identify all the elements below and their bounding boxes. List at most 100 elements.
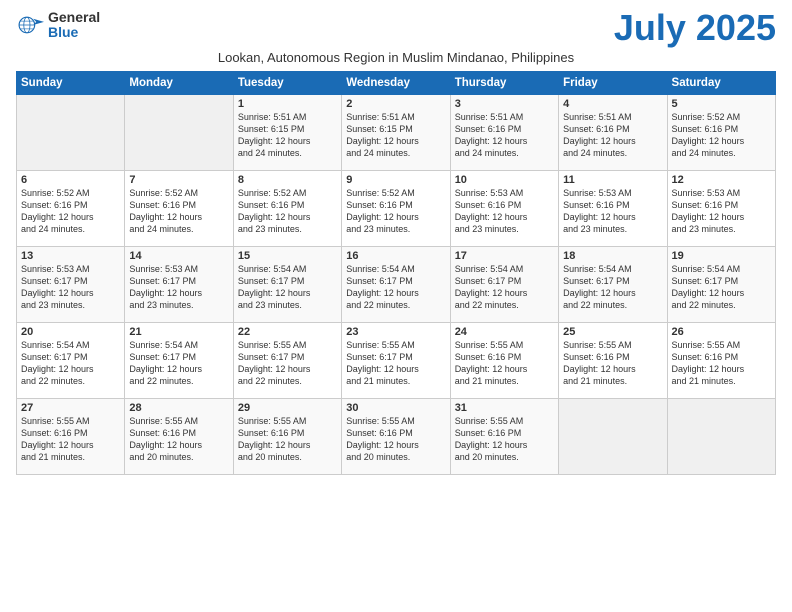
day-info: Sunrise: 5:51 AM Sunset: 6:15 PM Dayligh… bbox=[238, 111, 337, 160]
calendar-cell bbox=[667, 399, 775, 475]
logo-icon bbox=[16, 11, 44, 39]
calendar-cell: 8Sunrise: 5:52 AM Sunset: 6:16 PM Daylig… bbox=[233, 171, 341, 247]
day-number: 19 bbox=[672, 250, 771, 262]
day-number: 10 bbox=[455, 174, 554, 186]
calendar-cell: 11Sunrise: 5:53 AM Sunset: 6:16 PM Dayli… bbox=[559, 171, 667, 247]
day-number: 20 bbox=[21, 326, 120, 338]
day-info: Sunrise: 5:55 AM Sunset: 6:16 PM Dayligh… bbox=[129, 415, 228, 464]
day-info: Sunrise: 5:54 AM Sunset: 6:17 PM Dayligh… bbox=[563, 263, 662, 312]
day-number: 17 bbox=[455, 250, 554, 262]
header-tuesday: Tuesday bbox=[233, 72, 341, 95]
day-number: 6 bbox=[21, 174, 120, 186]
calendar-cell: 17Sunrise: 5:54 AM Sunset: 6:17 PM Dayli… bbox=[450, 247, 558, 323]
day-info: Sunrise: 5:52 AM Sunset: 6:16 PM Dayligh… bbox=[346, 187, 445, 236]
month-title: July 2025 bbox=[614, 10, 776, 46]
day-number: 15 bbox=[238, 250, 337, 262]
day-info: Sunrise: 5:52 AM Sunset: 6:16 PM Dayligh… bbox=[21, 187, 120, 236]
calendar-cell: 30Sunrise: 5:55 AM Sunset: 6:16 PM Dayli… bbox=[342, 399, 450, 475]
header-thursday: Thursday bbox=[450, 72, 558, 95]
day-number: 28 bbox=[129, 402, 228, 414]
day-number: 13 bbox=[21, 250, 120, 262]
day-number: 29 bbox=[238, 402, 337, 414]
day-number: 24 bbox=[455, 326, 554, 338]
day-info: Sunrise: 5:52 AM Sunset: 6:16 PM Dayligh… bbox=[672, 111, 771, 160]
day-info: Sunrise: 5:55 AM Sunset: 6:16 PM Dayligh… bbox=[238, 415, 337, 464]
day-number: 23 bbox=[346, 326, 445, 338]
day-info: Sunrise: 5:54 AM Sunset: 6:17 PM Dayligh… bbox=[672, 263, 771, 312]
header-monday: Monday bbox=[125, 72, 233, 95]
day-info: Sunrise: 5:55 AM Sunset: 6:16 PM Dayligh… bbox=[672, 339, 771, 388]
calendar-cell: 18Sunrise: 5:54 AM Sunset: 6:17 PM Dayli… bbox=[559, 247, 667, 323]
calendar-cell: 2Sunrise: 5:51 AM Sunset: 6:15 PM Daylig… bbox=[342, 95, 450, 171]
calendar-cell: 7Sunrise: 5:52 AM Sunset: 6:16 PM Daylig… bbox=[125, 171, 233, 247]
day-info: Sunrise: 5:55 AM Sunset: 6:17 PM Dayligh… bbox=[238, 339, 337, 388]
header: General Blue July 2025 bbox=[16, 10, 776, 46]
calendar-cell: 15Sunrise: 5:54 AM Sunset: 6:17 PM Dayli… bbox=[233, 247, 341, 323]
day-number: 4 bbox=[563, 98, 662, 110]
day-info: Sunrise: 5:52 AM Sunset: 6:16 PM Dayligh… bbox=[238, 187, 337, 236]
logo-general-text: General bbox=[48, 10, 100, 25]
calendar-cell: 6Sunrise: 5:52 AM Sunset: 6:16 PM Daylig… bbox=[17, 171, 125, 247]
day-number: 14 bbox=[129, 250, 228, 262]
day-number: 12 bbox=[672, 174, 771, 186]
day-number: 30 bbox=[346, 402, 445, 414]
calendar-cell: 9Sunrise: 5:52 AM Sunset: 6:16 PM Daylig… bbox=[342, 171, 450, 247]
day-number: 1 bbox=[238, 98, 337, 110]
calendar-cell: 29Sunrise: 5:55 AM Sunset: 6:16 PM Dayli… bbox=[233, 399, 341, 475]
calendar-cell: 25Sunrise: 5:55 AM Sunset: 6:16 PM Dayli… bbox=[559, 323, 667, 399]
calendar-cell: 5Sunrise: 5:52 AM Sunset: 6:16 PM Daylig… bbox=[667, 95, 775, 171]
calendar-cell bbox=[17, 95, 125, 171]
day-number: 8 bbox=[238, 174, 337, 186]
week-row-2: 13 Sunrise: 5:53 AM Sunset: 6:17 PM Dayli… bbox=[17, 247, 776, 323]
week-row-0: 1Sunrise: 5:51 AM Sunset: 6:15 PM Daylig… bbox=[17, 95, 776, 171]
day-info: Sunrise: 5:51 AM Sunset: 6:16 PM Dayligh… bbox=[455, 111, 554, 160]
header-friday: Friday bbox=[559, 72, 667, 95]
logo: General Blue bbox=[16, 10, 100, 41]
day-info: Sunrise: 5:53 AM Sunset: 6:16 PM Dayligh… bbox=[455, 187, 554, 236]
day-info: Sunrise: 5:55 AM Sunset: 6:16 PM Dayligh… bbox=[21, 415, 120, 464]
calendar-cell bbox=[125, 95, 233, 171]
day-info: Sunrise: 5:52 AM Sunset: 6:16 PM Dayligh… bbox=[129, 187, 228, 236]
calendar-cell: 19Sunrise: 5:54 AM Sunset: 6:17 PM Dayli… bbox=[667, 247, 775, 323]
calendar-cell: 27Sunrise: 5:55 AM Sunset: 6:16 PM Dayli… bbox=[17, 399, 125, 475]
calendar-cell: 21Sunrise: 5:54 AM Sunset: 6:17 PM Dayli… bbox=[125, 323, 233, 399]
header-sunday: Sunday bbox=[17, 72, 125, 95]
day-number: 16 bbox=[346, 250, 445, 262]
day-number: 22 bbox=[238, 326, 337, 338]
day-number: 5 bbox=[672, 98, 771, 110]
day-info: Sunrise: 5:55 AM Sunset: 6:16 PM Dayligh… bbox=[563, 339, 662, 388]
day-info: Sunrise: 5:53 AM Sunset: 6:16 PM Dayligh… bbox=[563, 187, 662, 236]
day-number: 3 bbox=[455, 98, 554, 110]
calendar-cell: 13Sunrise: 5:53 AM Sunset: 6:17 PM Dayli… bbox=[17, 247, 125, 323]
day-number: 25 bbox=[563, 326, 662, 338]
calendar-cell: 10Sunrise: 5:53 AM Sunset: 6:16 PM Dayli… bbox=[450, 171, 558, 247]
day-number: 9 bbox=[346, 174, 445, 186]
day-number: 21 bbox=[129, 326, 228, 338]
calendar-cell: 20Sunrise: 5:54 AM Sunset: 6:17 PM Dayli… bbox=[17, 323, 125, 399]
day-number: 18 bbox=[563, 250, 662, 262]
calendar-cell: 26Sunrise: 5:55 AM Sunset: 6:16 PM Dayli… bbox=[667, 323, 775, 399]
calendar-table: Sunday Monday Tuesday Wednesday Thursday… bbox=[16, 71, 776, 475]
day-number: 27 bbox=[21, 402, 120, 414]
day-info: Sunrise: 5:51 AM Sunset: 6:15 PM Dayligh… bbox=[346, 111, 445, 160]
week-row-3: 20 Sunrise: 5:54 AM Sunset: 6:17 PM Dayli… bbox=[17, 323, 776, 399]
header-row: Sunday Monday Tuesday Wednesday Thursday… bbox=[17, 72, 776, 95]
calendar-cell: 14Sunrise: 5:53 AM Sunset: 6:17 PM Dayli… bbox=[125, 247, 233, 323]
day-number: 2 bbox=[346, 98, 445, 110]
day-info: Sunrise: 5:54 AM Sunset: 6:17 PM Dayligh… bbox=[129, 339, 228, 388]
header-wednesday: Wednesday bbox=[342, 72, 450, 95]
header-saturday: Saturday bbox=[667, 72, 775, 95]
calendar-cell: 28Sunrise: 5:55 AM Sunset: 6:16 PM Dayli… bbox=[125, 399, 233, 475]
day-number: 11 bbox=[563, 174, 662, 186]
calendar-cell: 12Sunrise: 5:53 AM Sunset: 6:16 PM Dayli… bbox=[667, 171, 775, 247]
calendar-cell: 31Sunrise: 5:55 AM Sunset: 6:16 PM Dayli… bbox=[450, 399, 558, 475]
day-info: Sunrise: 5:54 AM Sunset: 6:17 PM Dayligh… bbox=[455, 263, 554, 312]
day-number: 26 bbox=[672, 326, 771, 338]
calendar-cell: 23Sunrise: 5:55 AM Sunset: 6:17 PM Dayli… bbox=[342, 323, 450, 399]
week-row-4: 27Sunrise: 5:55 AM Sunset: 6:16 PM Dayli… bbox=[17, 399, 776, 475]
calendar-cell: 4Sunrise: 5:51 AM Sunset: 6:16 PM Daylig… bbox=[559, 95, 667, 171]
day-info: Sunrise: 5:53 AM Sunset: 6:17 PM Dayligh… bbox=[129, 263, 228, 312]
day-info: Sunrise: 5:55 AM Sunset: 6:16 PM Dayligh… bbox=[455, 339, 554, 388]
subtitle: Lookan, Autonomous Region in Muslim Mind… bbox=[16, 50, 776, 65]
day-info: Sunrise: 5:55 AM Sunset: 6:16 PM Dayligh… bbox=[346, 415, 445, 464]
